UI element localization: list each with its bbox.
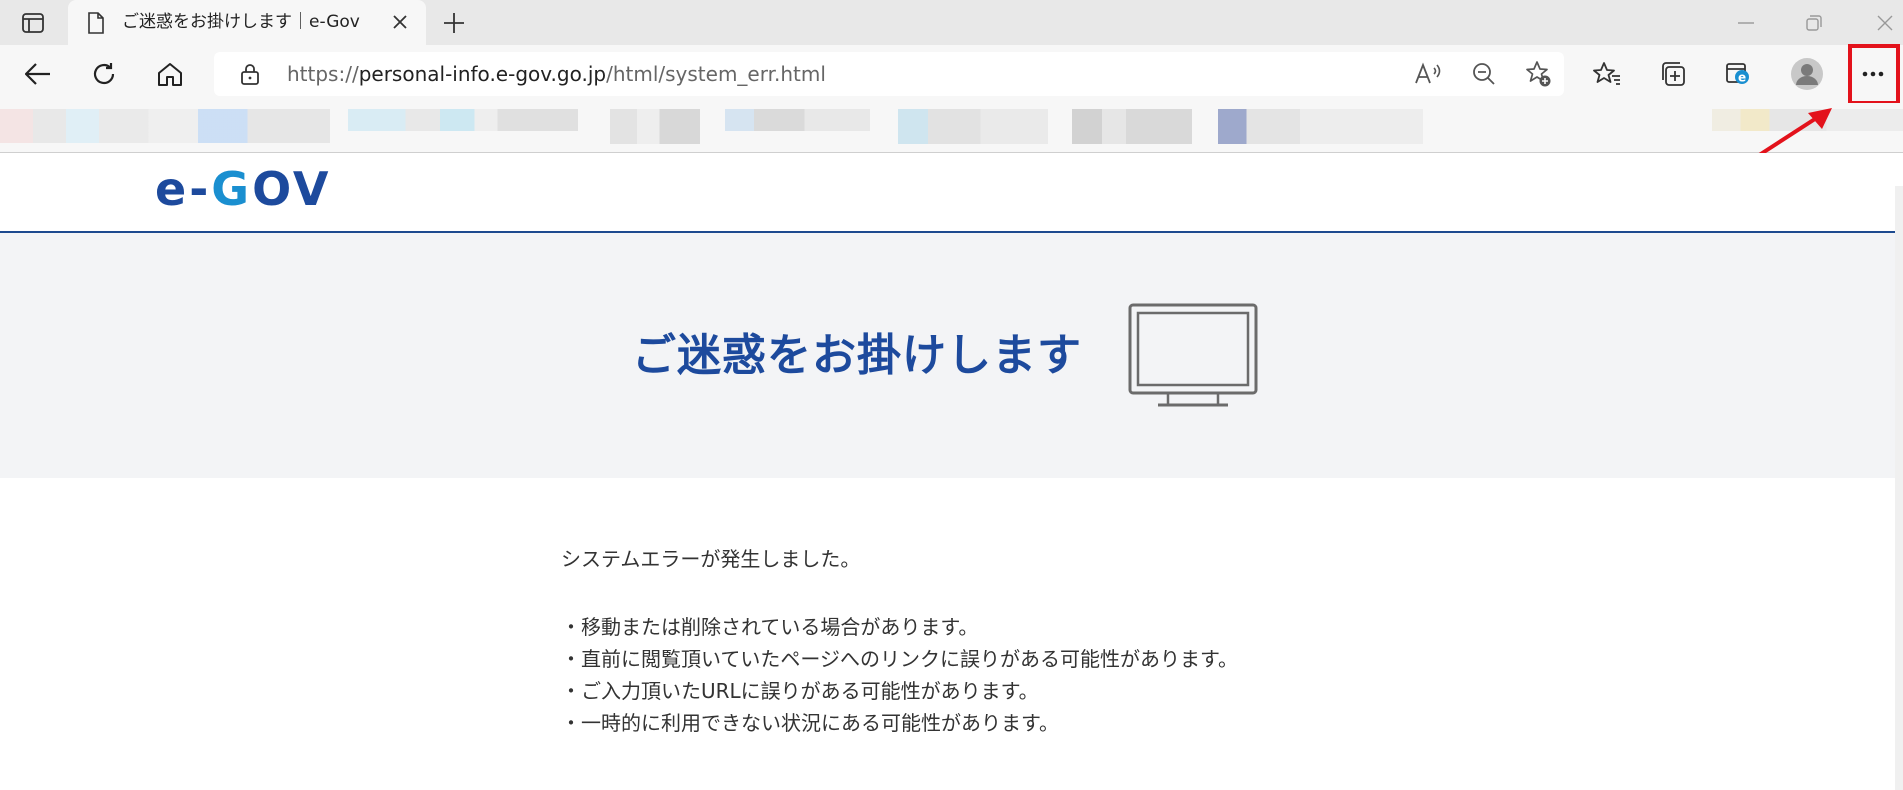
blurred-bookmarks xyxy=(1072,109,1192,144)
read-aloud-button[interactable] xyxy=(1410,58,1446,90)
add-favorite-icon xyxy=(1526,61,1551,87)
tab-actions-button[interactable] xyxy=(12,8,54,38)
home-icon xyxy=(158,63,182,86)
url-path: /html/system_err.html xyxy=(606,62,826,86)
plus-icon xyxy=(444,13,464,33)
error-reason-item: ・移動または削除されている場合があります。 xyxy=(561,615,979,639)
site-header: e-GOV xyxy=(0,153,1895,233)
back-icon xyxy=(25,63,50,85)
title-bar: ご迷惑をお掛けします｜e-Gov xyxy=(0,0,1903,45)
favorites-icon xyxy=(1593,62,1620,85)
error-reason-item: ・直前に閲覧頂いていたページへのリンクに誤りがある可能性があります。 xyxy=(561,647,1238,671)
ie-mode-button[interactable]: e xyxy=(1717,53,1761,95)
blurred-bookmarks xyxy=(0,109,330,143)
collections-button[interactable] xyxy=(1651,53,1695,95)
svg-text:e: e xyxy=(1738,71,1746,85)
url-text[interactable]: https://personal-info.e-gov.go.jp/html/s… xyxy=(287,52,826,96)
restore-icon xyxy=(1806,15,1822,31)
home-button[interactable] xyxy=(148,53,192,95)
address-bar[interactable]: https://personal-info.e-gov.go.jp/html/s… xyxy=(214,52,1564,96)
window-close-button[interactable] xyxy=(1865,8,1903,38)
read-aloud-icon xyxy=(1415,62,1441,84)
zoom-out-icon xyxy=(1473,63,1495,85)
page-title: ご迷惑をお掛けします xyxy=(632,330,1082,381)
back-button[interactable] xyxy=(16,53,60,95)
new-tab-button[interactable] xyxy=(437,8,471,38)
close-icon xyxy=(393,15,407,29)
url-scheme: https:// xyxy=(287,62,359,86)
blurred-bookmarks xyxy=(1218,109,1423,144)
minimize-icon xyxy=(1738,22,1754,24)
error-message: システムエラーが発生しました。 ・移動または削除されている場合があります。 ・直… xyxy=(561,543,1461,739)
tab-close-button[interactable] xyxy=(388,10,412,34)
error-reason-item: ・一時的に利用できない状況にある可能性があります。 xyxy=(561,711,1059,735)
page-icon xyxy=(88,12,104,34)
page-scrollbar[interactable] xyxy=(1895,186,1903,790)
close-icon xyxy=(1877,15,1893,31)
favorites-bar-blurred xyxy=(0,103,1903,153)
url-host: personal-info.e-gov.go.jp xyxy=(358,62,607,86)
refresh-icon xyxy=(93,63,115,85)
tab-actions-icon xyxy=(22,13,44,33)
lock-icon[interactable] xyxy=(240,63,260,85)
blurred-bookmarks xyxy=(725,109,870,131)
restore-button[interactable] xyxy=(1794,8,1834,38)
refresh-button[interactable] xyxy=(82,53,126,95)
ie-mode-icon: e xyxy=(1726,63,1749,85)
profile-button[interactable] xyxy=(1785,53,1829,95)
blurred-bookmarks xyxy=(898,109,1048,144)
web-page: e-GOV ご迷惑をお掛けします システムエラーが発生しました。 ・移動または削… xyxy=(0,153,1895,790)
error-reason-item: ・ご入力頂いたURLに誤りがある可能性があります。 xyxy=(561,679,1039,703)
minimize-button[interactable] xyxy=(1726,8,1766,38)
error-lead-text: システムエラーが発生しました。 xyxy=(561,547,861,571)
annotation-highlight-box xyxy=(1848,44,1900,105)
error-hero: ご迷惑をお掛けします xyxy=(0,233,1895,478)
favorites-button[interactable] xyxy=(1585,53,1629,95)
browser-toolbar: https://personal-info.e-gov.go.jp/html/s… xyxy=(0,45,1903,103)
tab-title: ご迷惑をお掛けします｜e-Gov xyxy=(122,12,360,32)
profile-icon xyxy=(1791,58,1823,90)
zoom-out-button[interactable] xyxy=(1466,58,1502,90)
add-favorite-button[interactable] xyxy=(1520,58,1556,90)
monitor-icon xyxy=(1128,303,1258,407)
browser-tab[interactable]: ご迷惑をお掛けします｜e-Gov xyxy=(68,0,426,45)
e-gov-logo[interactable]: e-GOV xyxy=(155,167,350,213)
collections-icon xyxy=(1662,62,1685,86)
blurred-bookmarks xyxy=(610,109,700,144)
blurred-bookmarks xyxy=(348,109,578,131)
svg-text:e-GOV: e-GOV xyxy=(155,167,332,213)
